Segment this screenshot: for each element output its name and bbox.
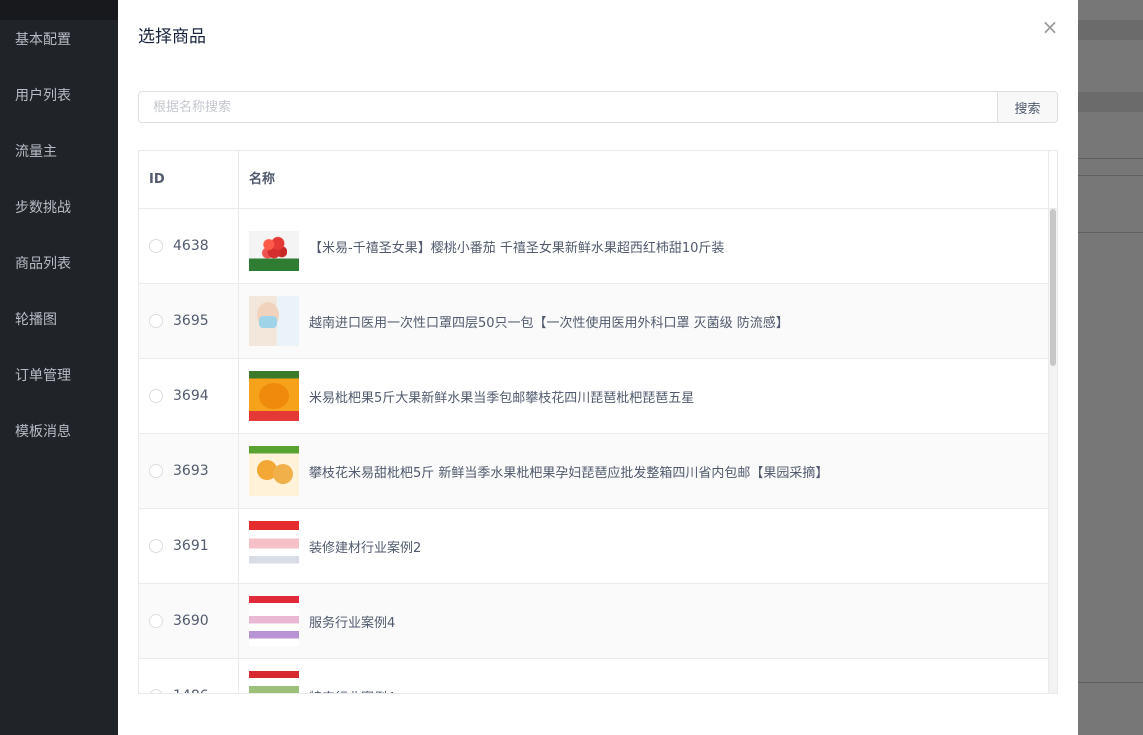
product-name: 特产行业案例4: [309, 687, 395, 694]
cell-id: 1486: [139, 659, 239, 693]
cell-name: 装修建材行业案例2: [239, 509, 1049, 583]
sidebar-item[interactable]: 流量主: [0, 124, 118, 180]
cell-name: 服务行业案例4: [239, 584, 1049, 658]
sidebar-item[interactable]: 商品列表: [0, 236, 118, 292]
product-thumbnail: [249, 671, 299, 693]
sidebar-item[interactable]: 轮播图: [0, 292, 118, 348]
product-thumbnail: [249, 296, 299, 346]
modal-title: 选择商品: [138, 27, 206, 47]
select-radio[interactable]: [149, 539, 163, 553]
table-row[interactable]: 4638 【米易-千禧圣女果】樱桃小番茄 千禧圣女果新鲜水果超西红柿甜10斤装: [139, 209, 1057, 284]
table-row[interactable]: 3694 米易枇杷果5斤大果新鲜水果当季包邮攀枝花四川琵琶枇杷琵琶五星: [139, 359, 1057, 434]
product-thumbnail: [249, 221, 299, 271]
table-body[interactable]: 4638 【米易-千禧圣女果】樱桃小番茄 千禧圣女果新鲜水果超西红柿甜10斤装 36…: [139, 209, 1057, 694]
sidebar-item[interactable]: 步数挑战: [0, 180, 118, 236]
product-id: 1486: [173, 688, 209, 693]
product-id: 3693: [173, 463, 209, 479]
sidebar: 基本配置 用户列表 流量主 步数挑战 商品列表 轮播图 订单管理 模板消息: [0, 0, 118, 735]
product-name: 米易枇杷果5斤大果新鲜水果当季包邮攀枝花四川琵琶枇杷琵琶五星: [309, 390, 695, 406]
table-row[interactable]: 3693 攀枝花米易甜枇杷5斤 新鲜当季水果枇杷果孕妇琵琶应批发整箱四川省内包邮【…: [139, 434, 1057, 509]
search-input[interactable]: [139, 92, 997, 122]
sidebar-item[interactable]: 订单管理: [0, 348, 118, 404]
cell-id: 3691: [139, 509, 239, 583]
close-icon[interactable]: ×: [1038, 16, 1062, 40]
product-id: 3695: [173, 313, 209, 329]
product-thumbnail: [249, 521, 299, 571]
cell-id: 3693: [139, 434, 239, 508]
table-row[interactable]: 1486 特产行业案例4: [139, 659, 1057, 694]
select-radio[interactable]: [149, 239, 163, 253]
cell-id: 3690: [139, 584, 239, 658]
search-button[interactable]: 搜索: [997, 92, 1057, 122]
table-row[interactable]: 3690 服务行业案例4: [139, 584, 1057, 659]
select-radio[interactable]: [149, 464, 163, 478]
table-scrollbar[interactable]: [1049, 209, 1057, 693]
product-name: 攀枝花米易甜枇杷5斤 新鲜当季水果枇杷果孕妇琵琶应批发整箱四川省内包邮【果园采摘…: [309, 465, 829, 481]
cell-name: 特产行业案例4: [239, 659, 1049, 694]
sidebar-menu: 基本配置 用户列表 流量主 步数挑战 商品列表 轮播图 订单管理 模板消息: [0, 12, 118, 460]
background-divider: [1078, 175, 1143, 176]
sidebar-item[interactable]: 用户列表: [0, 68, 118, 124]
background-content: [1078, 0, 1143, 735]
search-bar: 搜索: [138, 91, 1058, 123]
background-divider: [1078, 232, 1143, 233]
select-radio[interactable]: [149, 614, 163, 628]
select-radio[interactable]: [149, 314, 163, 328]
background-bar: [1078, 92, 1143, 112]
product-thumbnail: [249, 446, 299, 496]
product-id: 4638: [173, 238, 209, 254]
product-id: 3690: [173, 613, 209, 629]
cell-name: 攀枝花米易甜枇杷5斤 新鲜当季水果枇杷果孕妇琵琶应批发整箱四川省内包邮【果园采摘…: [239, 434, 1049, 508]
select-product-modal: 选择商品 × 搜索 ID 名称 4638 【米易-千禧圣女果】樱桃小番茄 千禧圣女…: [118, 0, 1078, 735]
product-id: 3694: [173, 388, 209, 404]
background-bar: [1078, 20, 1143, 40]
column-header-id: ID: [139, 151, 239, 208]
product-name: 装修建材行业案例2: [309, 540, 422, 556]
product-name: 【米易-千禧圣女果】樱桃小番茄 千禧圣女果新鲜水果超西红柿甜10斤装: [309, 240, 725, 256]
background-divider: [1078, 158, 1143, 159]
cell-id: 3695: [139, 284, 239, 358]
table-header: ID 名称: [139, 151, 1057, 209]
table-row[interactable]: 3695 越南进口医用一次性口罩四层50只一包【一次性使用医用外科口罩 灭菌级 防…: [139, 284, 1057, 359]
cell-name: 【米易-千禧圣女果】樱桃小番茄 千禧圣女果新鲜水果超西红柿甜10斤装: [239, 209, 1049, 283]
sidebar-item[interactable]: 模板消息: [0, 404, 118, 460]
scrollbar-thumb[interactable]: [1050, 209, 1056, 366]
cell-name: 米易枇杷果5斤大果新鲜水果当季包邮攀枝花四川琵琶枇杷琵琶五星: [239, 359, 1049, 433]
sidebar-item[interactable]: 基本配置: [0, 12, 118, 68]
column-header-name: 名称: [239, 151, 1049, 208]
product-name: 服务行业案例4: [309, 615, 396, 631]
cell-id: 4638: [139, 209, 239, 283]
product-id: 3691: [173, 538, 209, 554]
cell-name: 越南进口医用一次性口罩四层50只一包【一次性使用医用外科口罩 灭菌级 防流感】: [239, 284, 1049, 358]
select-radio[interactable]: [149, 389, 163, 403]
cell-id: 3694: [139, 359, 239, 433]
product-name: 越南进口医用一次性口罩四层50只一包【一次性使用医用外科口罩 灭菌级 防流感】: [309, 315, 789, 331]
select-radio[interactable]: [149, 689, 163, 693]
product-table: ID 名称 4638 【米易-千禧圣女果】樱桃小番茄 千禧圣女果新鲜水果超西红柿甜…: [138, 150, 1058, 694]
product-thumbnail: [249, 371, 299, 421]
table-row[interactable]: 3691 装修建材行业案例2: [139, 509, 1057, 584]
product-thumbnail: [249, 596, 299, 646]
background-divider: [1078, 682, 1143, 683]
